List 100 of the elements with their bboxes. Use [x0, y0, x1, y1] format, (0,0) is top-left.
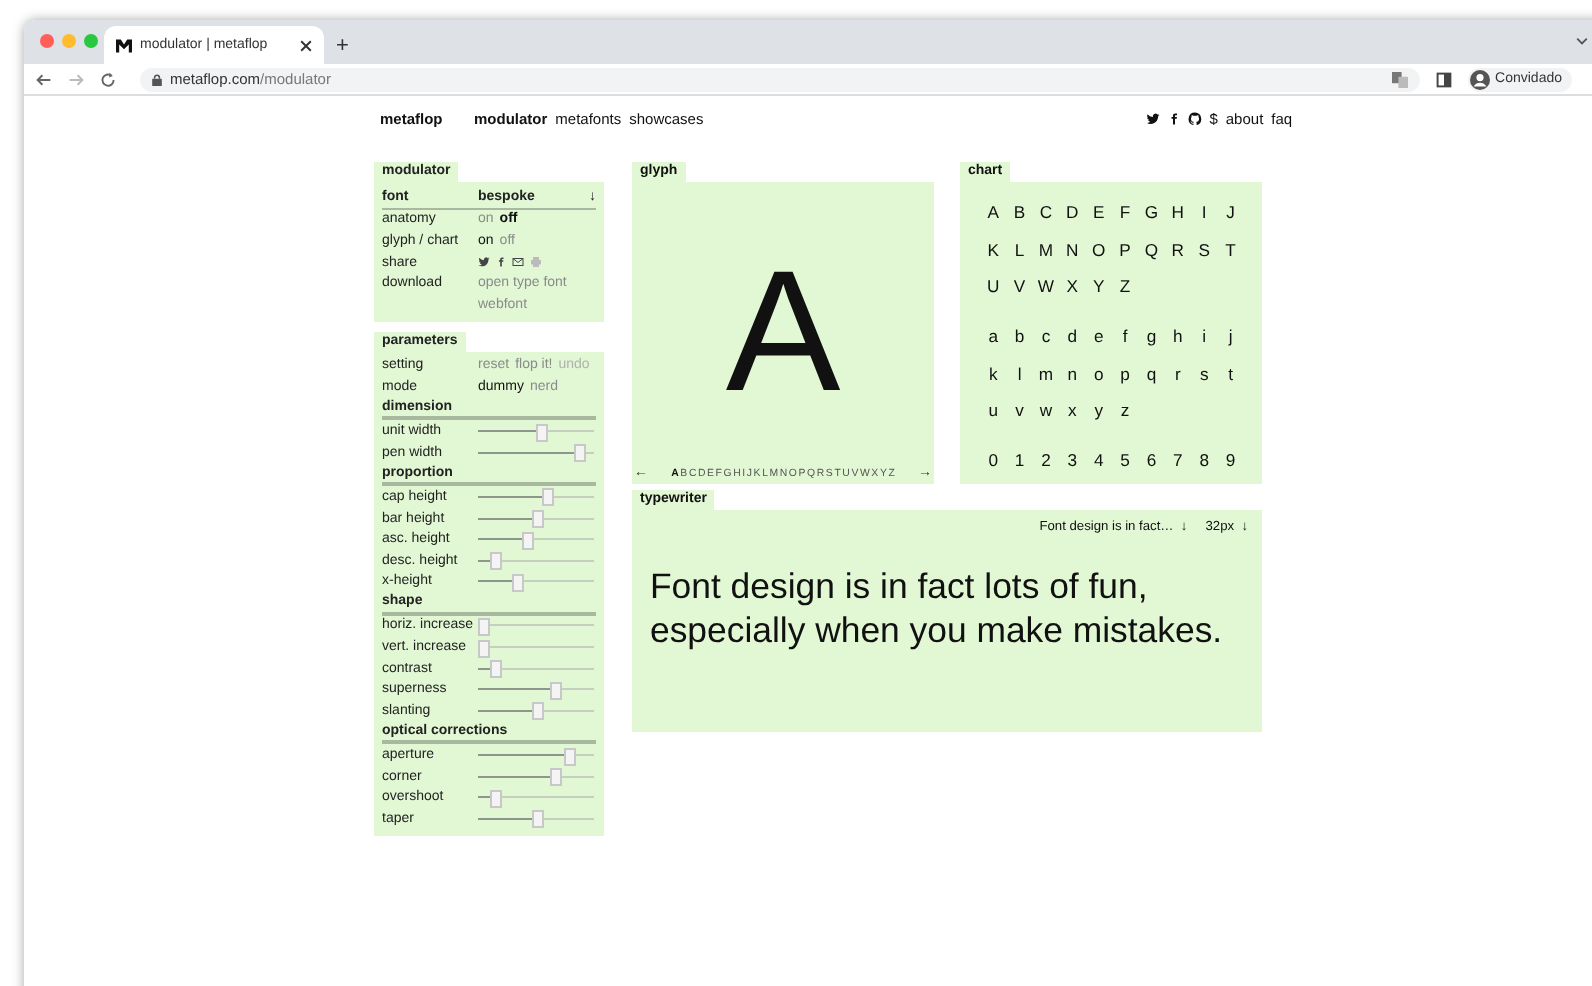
chart-glyph[interactable]: k [988, 363, 998, 384]
slider[interactable] [478, 810, 594, 827]
maximize-window-button[interactable] [84, 34, 98, 48]
chart-glyph[interactable]: 7 [1173, 449, 1183, 470]
chart-glyph[interactable]: S [1198, 239, 1210, 260]
slider[interactable] [478, 488, 594, 505]
chart-glyph[interactable]: 5 [1120, 449, 1130, 470]
chart-glyph[interactable]: H [1171, 202, 1185, 223]
chart-glyph[interactable]: K [987, 239, 999, 260]
chart-glyph[interactable]: N [1066, 239, 1079, 260]
chart-glyph[interactable]: d [1067, 326, 1078, 347]
chart-glyph[interactable]: u [988, 400, 998, 421]
slider[interactable] [478, 789, 594, 806]
chart-glyph[interactable]: 4 [1093, 449, 1104, 470]
slider-thumb[interactable] [478, 639, 490, 658]
chart-glyph[interactable]: x [1068, 400, 1077, 421]
slider-thumb[interactable] [535, 423, 548, 442]
chart-glyph[interactable]: 6 [1146, 449, 1157, 470]
slider[interactable] [478, 747, 594, 764]
minimize-window-button[interactable] [62, 34, 76, 48]
chart-glyph[interactable]: s [1199, 363, 1209, 384]
chart-glyph[interactable]: Y [1092, 276, 1105, 297]
facebook-icon[interactable] [1167, 111, 1180, 125]
slider-thumb[interactable] [490, 552, 503, 571]
forward-icon[interactable] [68, 71, 84, 87]
chart-glyph[interactable]: A [987, 202, 999, 223]
chart-glyph[interactable]: V [1013, 276, 1026, 297]
twitter-icon[interactable] [478, 256, 490, 269]
chart-glyph[interactable]: X [1066, 276, 1079, 297]
chart-glyph[interactable]: O [1092, 239, 1106, 260]
chart-glyph[interactable]: n [1067, 363, 1078, 384]
slider-thumb[interactable] [511, 573, 524, 592]
chart-glyph[interactable]: B [1013, 202, 1026, 223]
slider-thumb[interactable] [490, 789, 503, 808]
chart-glyph[interactable]: Z [1119, 276, 1131, 297]
slider[interactable] [478, 531, 594, 548]
chart-glyph[interactable]: m [1038, 363, 1054, 384]
slider[interactable] [478, 660, 594, 677]
chart-glyph[interactable]: Q [1144, 239, 1159, 260]
chart-glyph[interactable]: 9 [1225, 449, 1236, 470]
chart-glyph[interactable]: h [1173, 326, 1183, 347]
chart-glyph[interactable]: C [1039, 202, 1053, 223]
chart-glyph[interactable]: G [1144, 202, 1159, 223]
chart-glyph[interactable]: q [1146, 363, 1157, 384]
slider-thumb[interactable] [532, 702, 544, 721]
slider-thumb[interactable] [522, 531, 535, 550]
chevron-icon[interactable] [1576, 36, 1588, 46]
chart-glyph[interactable]: T [1225, 239, 1236, 260]
chart-glyph[interactable]: t [1228, 363, 1233, 384]
slider-thumb[interactable] [542, 488, 555, 507]
slider-thumb[interactable] [550, 768, 563, 787]
chart-glyph[interactable]: p [1120, 363, 1130, 384]
back-icon[interactable] [36, 71, 52, 87]
sidebar-icon[interactable] [1435, 71, 1452, 87]
chart-glyph[interactable]: y [1094, 400, 1103, 421]
close-icon[interactable] [300, 39, 312, 51]
chart-glyph[interactable]: a [988, 326, 998, 347]
slider[interactable] [478, 681, 594, 698]
chart-glyph[interactable]: j [1228, 326, 1233, 347]
slider-thumb[interactable] [532, 810, 544, 829]
chart-glyph[interactable]: c [1041, 326, 1051, 347]
chart-glyph[interactable]: F [1119, 202, 1131, 223]
chart-glyph[interactable]: R [1171, 239, 1185, 260]
chart-glyph[interactable]: 2 [1041, 449, 1051, 470]
chart-glyph[interactable]: 8 [1199, 449, 1209, 470]
chart-glyph[interactable]: D [1066, 202, 1079, 223]
chart-glyph[interactable]: U [986, 276, 1000, 297]
close-window-button[interactable] [40, 34, 54, 48]
chart-glyph[interactable]: l [1017, 363, 1022, 384]
chart-glyph[interactable]: 1 [1014, 449, 1025, 470]
slider[interactable] [478, 617, 594, 634]
chart-glyph[interactable]: I [1201, 202, 1207, 223]
chart-glyph[interactable]: w [1039, 400, 1053, 421]
slider[interactable] [478, 444, 594, 461]
reload-icon[interactable] [100, 71, 116, 87]
chart-glyph[interactable]: M [1038, 239, 1054, 260]
slider-thumb[interactable] [563, 747, 576, 766]
slider[interactable] [478, 702, 594, 719]
chart-glyph[interactable]: 3 [1067, 449, 1078, 470]
slider-thumb[interactable] [549, 681, 562, 700]
chart-glyph[interactable]: o [1093, 363, 1104, 384]
chart-glyph[interactable]: E [1092, 202, 1105, 223]
slider[interactable] [478, 768, 594, 785]
slider[interactable] [478, 510, 594, 527]
slider-thumb[interactable] [490, 660, 503, 679]
chart-glyph[interactable]: g [1146, 326, 1157, 347]
chart-glyph[interactable]: i [1202, 326, 1207, 347]
chart-glyph[interactable]: 0 [988, 449, 998, 470]
github-icon[interactable] [1187, 111, 1202, 125]
slider[interactable] [478, 639, 594, 656]
chart-glyph[interactable]: r [1174, 363, 1181, 384]
slider[interactable] [478, 552, 594, 569]
chart-glyph[interactable]: b [1014, 326, 1025, 347]
chart-glyph[interactable]: P [1119, 239, 1131, 260]
new-tab-button[interactable]: + [336, 34, 349, 58]
chart-glyph[interactable]: L [1014, 239, 1025, 260]
slider-thumb[interactable] [532, 510, 544, 529]
chart-glyph[interactable]: e [1093, 326, 1104, 347]
chart-glyph[interactable]: f [1122, 326, 1128, 347]
slider-thumb[interactable] [478, 617, 490, 636]
